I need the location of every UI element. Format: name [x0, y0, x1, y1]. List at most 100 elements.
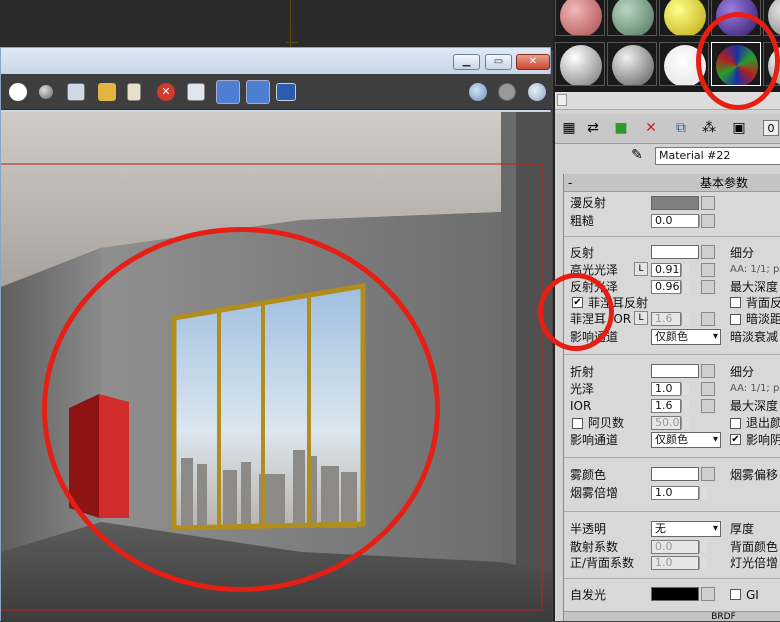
- sample-slot[interactable]: [659, 0, 709, 36]
- sample-slot[interactable]: [607, 42, 657, 86]
- hilight-lock-button[interactable]: L: [634, 262, 648, 276]
- material-id-channel-button[interactable]: 0: [763, 120, 779, 136]
- refl-gloss-map-button[interactable]: [701, 280, 715, 294]
- sample-slot[interactable]: [555, 0, 605, 36]
- scroll-left-arrow-icon[interactable]: [557, 94, 567, 106]
- refract-color-swatch[interactable]: [651, 364, 699, 378]
- render-frame-window: ▁ ▭ ✕ ✕: [0, 47, 552, 622]
- fwd-back-spinner[interactable]: 1.0: [651, 556, 707, 570]
- print-icon[interactable]: [187, 83, 205, 101]
- slots-scrollbar[interactable]: [555, 92, 780, 110]
- rollout-header[interactable]: - 基本参数: [564, 174, 780, 192]
- get-material-icon[interactable]: ▦: [561, 120, 577, 136]
- sample-slot[interactable]: [763, 0, 780, 36]
- sample-slot[interactable]: [711, 0, 761, 36]
- fresnel-ior-lock-button[interactable]: L: [634, 311, 648, 325]
- fog-color-swatch[interactable]: [651, 467, 699, 481]
- ior-map-button[interactable]: [701, 399, 715, 413]
- make-copy-icon[interactable]: ⧉: [673, 120, 689, 136]
- white-channel-icon[interactable]: [9, 83, 27, 101]
- reflect-map-button[interactable]: [701, 245, 715, 259]
- translucency-dropdown[interactable]: 无: [651, 521, 721, 537]
- ior-label: IOR: [570, 399, 592, 413]
- fresnel-checkbox[interactable]: ✔: [572, 297, 583, 308]
- region-render-icon[interactable]: [216, 80, 240, 104]
- restore-button[interactable]: ▭: [485, 54, 512, 70]
- self-illum-color-swatch[interactable]: [651, 587, 699, 601]
- roughness-spinner[interactable]: 0.0: [651, 214, 707, 228]
- abbe-label: 阿贝数: [588, 416, 625, 430]
- affect-shadows-checkbox[interactable]: ✔: [730, 434, 741, 445]
- sample-slot[interactable]: [555, 42, 605, 86]
- refract-subdivs-label: 细分: [730, 365, 755, 379]
- refl-gloss-spinner[interactable]: 0.96: [651, 280, 689, 294]
- affect-shadows-label: 影响阴: [746, 433, 780, 447]
- assign-to-selection-icon[interactable]: ■: [613, 120, 629, 136]
- fog-bias-label: 烟雾偏移: [730, 468, 779, 482]
- abbe-checkbox[interactable]: [572, 418, 583, 429]
- affect-channels-dropdown[interactable]: 仅颜色: [651, 329, 721, 345]
- ior-spinner[interactable]: 1.6: [651, 399, 689, 413]
- hilight-gloss-map-button[interactable]: [701, 263, 715, 277]
- fog-map-button[interactable]: [701, 467, 715, 481]
- put-to-library-icon[interactable]: ▣: [731, 120, 747, 136]
- back-reflect-checkbox[interactable]: [730, 297, 741, 308]
- render-teapot-icon[interactable]: [469, 83, 487, 101]
- material-name-field[interactable]: Material #22: [655, 147, 780, 165]
- frame-buffer-icon[interactable]: [276, 83, 296, 101]
- light-mult-label: 灯光倍增: [730, 556, 779, 570]
- material-editor-panel: ▦ ⇄ ■ ✕ ⧉ ⁂ ▣ 0 ✎ Material #22 - 基本参数 漫反…: [553, 0, 780, 621]
- teapot-render-icon[interactable]: [246, 80, 270, 104]
- self-illum-label: 自发光: [570, 588, 607, 602]
- open-folder-icon[interactable]: [98, 83, 116, 101]
- clipboard-icon[interactable]: [127, 83, 141, 101]
- fog-mult-spinner[interactable]: 1.0: [651, 486, 707, 500]
- hilight-gloss-spinner[interactable]: 0.91: [651, 263, 689, 277]
- max-depth-label: 最大深度: [730, 280, 779, 294]
- fog-color-label: 雾颜色: [570, 468, 607, 482]
- fresnel-ior-label: 菲涅耳 IOR: [570, 312, 632, 326]
- render-viewport: [1, 112, 552, 622]
- diffuse-map-button[interactable]: [701, 196, 715, 210]
- refract-affect-dropdown[interactable]: 仅颜色: [651, 432, 721, 448]
- render-last-icon[interactable]: [528, 83, 546, 101]
- hilight-gloss-label: 高光光泽: [570, 263, 619, 277]
- fresnel-ior-map-button[interactable]: [701, 312, 715, 326]
- brdf-rollout-header[interactable]: BRDF: [564, 611, 780, 621]
- abbe-spinner[interactable]: 50.0: [651, 416, 689, 430]
- diffuse-color-swatch[interactable]: [651, 196, 699, 210]
- self-illum-map-button[interactable]: [701, 587, 715, 601]
- gi-checkbox[interactable]: [730, 589, 741, 600]
- stop-render-icon[interactable]: [498, 83, 516, 101]
- gloss-spinner[interactable]: 1.0: [651, 382, 689, 396]
- minimize-button[interactable]: ▁: [453, 54, 480, 70]
- gloss-map-button[interactable]: [701, 382, 715, 396]
- fog-mult-label: 烟雾倍增: [570, 486, 619, 500]
- make-unique-icon[interactable]: ⁂: [701, 120, 717, 136]
- gloss-label: 光泽: [570, 382, 595, 396]
- sample-slot[interactable]: [659, 42, 709, 86]
- dim-distance-checkbox[interactable]: [730, 314, 741, 325]
- save-image-icon[interactable]: [67, 83, 85, 101]
- fwd-back-label: 正/背面系数: [570, 556, 635, 570]
- mono-channel-icon[interactable]: [39, 85, 53, 99]
- put-to-scene-icon[interactable]: ⇄: [585, 120, 601, 136]
- roughness-map-button[interactable]: [701, 214, 715, 228]
- clear-icon[interactable]: ✕: [157, 83, 175, 101]
- reset-map-icon[interactable]: ✕: [643, 120, 659, 136]
- exit-color-checkbox[interactable]: [730, 418, 741, 429]
- scatter-spinner[interactable]: 0.0: [651, 540, 707, 554]
- thickness-label: 厚度: [730, 522, 755, 536]
- scatter-label: 散射系数: [570, 540, 619, 554]
- fresnel-ior-spinner[interactable]: 1.6: [651, 312, 689, 326]
- sample-slot[interactable]: [763, 42, 780, 86]
- diffuse-label: 漫反射: [570, 196, 607, 210]
- viewport-guide-line: [286, 42, 298, 43]
- reflect-color-swatch[interactable]: [651, 245, 699, 259]
- sample-slot[interactable]: [607, 0, 657, 36]
- refract-map-button[interactable]: [701, 364, 715, 378]
- active-sample-slot[interactable]: [711, 42, 761, 86]
- eyedropper-icon[interactable]: ✎: [629, 147, 645, 163]
- refract-affect-label: 影响通道: [570, 433, 619, 447]
- close-button[interactable]: ✕: [516, 54, 550, 70]
